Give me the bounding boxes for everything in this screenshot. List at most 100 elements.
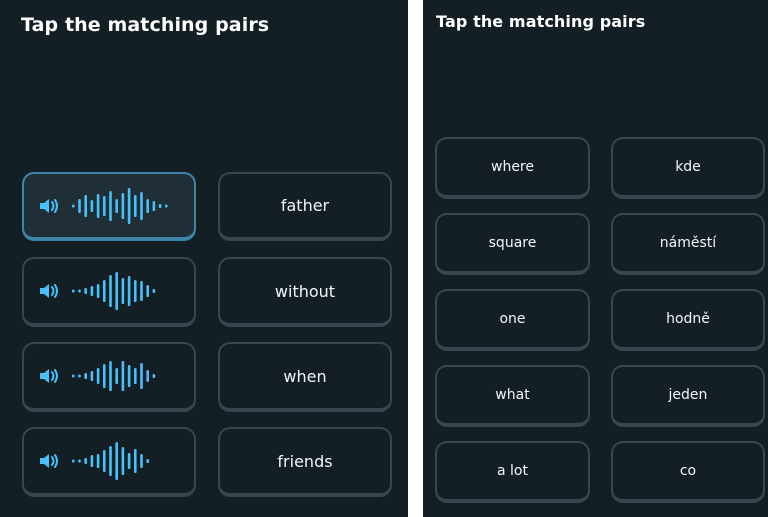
- word-label: a lot: [497, 463, 528, 479]
- audio-tile-2[interactable]: [22, 257, 196, 327]
- waveform-bar: [146, 459, 149, 463]
- word-label: co: [679, 463, 697, 479]
- waveform-bar: [127, 453, 131, 469]
- waveform-bar: [90, 286, 94, 296]
- english-tile-where[interactable]: where: [435, 137, 590, 199]
- waveform-bar: [109, 190, 112, 221]
- waveform-bar: [90, 455, 94, 467]
- word-label: what: [495, 387, 530, 403]
- waveform-bar: [133, 368, 137, 384]
- waveform-bar: [140, 454, 143, 468]
- waveform-icon: [72, 272, 156, 310]
- word-label: náměstí: [659, 235, 717, 251]
- waveform-icon: [72, 187, 168, 224]
- word-tile-friends[interactable]: friends: [218, 427, 392, 497]
- waveform-bar: [96, 368, 100, 384]
- waveform-icon: [72, 442, 149, 480]
- czech-tile-jeden[interactable]: jeden: [611, 365, 765, 427]
- speaker-icon: [40, 369, 58, 383]
- waveform-bar: [78, 374, 81, 378]
- english-tile-what[interactable]: what: [435, 365, 590, 427]
- word-label: friends: [277, 451, 333, 471]
- exercise-title: Tap the matching pairs: [436, 12, 646, 31]
- waveform-bar: [90, 199, 94, 212]
- waveform-bar: [84, 458, 87, 464]
- waveform-bar: [90, 371, 94, 381]
- waveform-bar: [140, 281, 143, 301]
- waveform-bar: [115, 198, 118, 213]
- waveform-bar: [109, 446, 112, 476]
- waveform-bar: [109, 361, 112, 391]
- word-tile-without[interactable]: without: [218, 257, 392, 327]
- waveform-bar: [164, 204, 168, 207]
- waveform-bar: [152, 289, 156, 293]
- waveform-bar: [115, 272, 118, 310]
- waveform-bar: [96, 193, 100, 218]
- speaker-icon: [40, 198, 58, 213]
- czech-tile-co[interactable]: co: [611, 441, 765, 503]
- word-label: kde: [675, 159, 701, 175]
- waveform-bar: [127, 276, 131, 306]
- english-tile-square[interactable]: square: [435, 213, 590, 275]
- right-exercise-panel: Tap the matching pairs where square one …: [423, 0, 768, 517]
- waveform-bar: [121, 278, 125, 304]
- waveform-bar: [152, 374, 156, 378]
- waveform-bar: [102, 280, 106, 302]
- waveform-bar: [115, 442, 118, 480]
- waveform-bar: [84, 288, 87, 294]
- speaker-icon: [40, 454, 58, 468]
- left-exercise-panel: Tap the matching pairs father without wh…: [0, 0, 408, 517]
- waveform-bar: [127, 187, 131, 224]
- waveform-bar: [140, 363, 143, 389]
- waveform-bar: [84, 373, 87, 379]
- exercise-title: Tap the matching pairs: [21, 14, 270, 36]
- waveform-bar: [133, 280, 137, 302]
- waveform-bar: [121, 447, 125, 475]
- waveform-bar: [72, 204, 75, 207]
- waveform-bar: [72, 289, 75, 293]
- czech-tile-kde[interactable]: kde: [611, 137, 765, 199]
- waveform-bar: [109, 275, 112, 307]
- waveform-bar: [127, 365, 131, 387]
- word-label: jeden: [668, 387, 708, 403]
- word-label: hodně: [666, 311, 710, 327]
- waveform-bar: [96, 454, 100, 468]
- word-tile-when[interactable]: when: [218, 342, 392, 412]
- waveform-bar: [121, 361, 125, 391]
- audio-tile-4[interactable]: [22, 427, 196, 497]
- word-label: one: [499, 311, 526, 327]
- waveform-bar: [146, 285, 149, 297]
- waveform-bar: [96, 284, 100, 298]
- waveform-bar: [146, 198, 149, 213]
- word-label: square: [488, 235, 537, 251]
- waveform-icon: [72, 361, 156, 391]
- czech-tile-namesti[interactable]: náměstí: [611, 213, 765, 275]
- word-label: without: [274, 281, 336, 301]
- english-tile-a-lot[interactable]: a lot: [435, 441, 590, 503]
- word-label: when: [283, 366, 327, 386]
- audio-tile-1[interactable]: [22, 172, 196, 241]
- word-tile-father[interactable]: father: [218, 172, 392, 241]
- waveform-bar: [115, 368, 118, 384]
- waveform-bar: [78, 289, 81, 293]
- waveform-bar: [102, 195, 106, 216]
- waveform-bar: [78, 459, 81, 463]
- waveform-bar: [146, 370, 149, 382]
- word-label: father: [280, 196, 330, 215]
- waveform-bar: [158, 203, 162, 208]
- audio-tile-3[interactable]: [22, 342, 196, 412]
- waveform-bar: [133, 449, 137, 473]
- waveform-bar: [72, 374, 75, 378]
- waveform-bar: [72, 459, 75, 463]
- waveform-bar: [78, 198, 81, 213]
- waveform-bar: [152, 200, 156, 211]
- waveform-bar: [121, 192, 125, 219]
- speaker-icon: [40, 284, 58, 298]
- waveform-bar: [133, 194, 137, 217]
- czech-tile-hodne[interactable]: hodně: [611, 289, 765, 351]
- waveform-bar: [84, 194, 87, 217]
- english-tile-one[interactable]: one: [435, 289, 590, 351]
- word-label: where: [491, 159, 534, 175]
- waveform-bar: [102, 450, 106, 472]
- waveform-bar: [102, 364, 106, 388]
